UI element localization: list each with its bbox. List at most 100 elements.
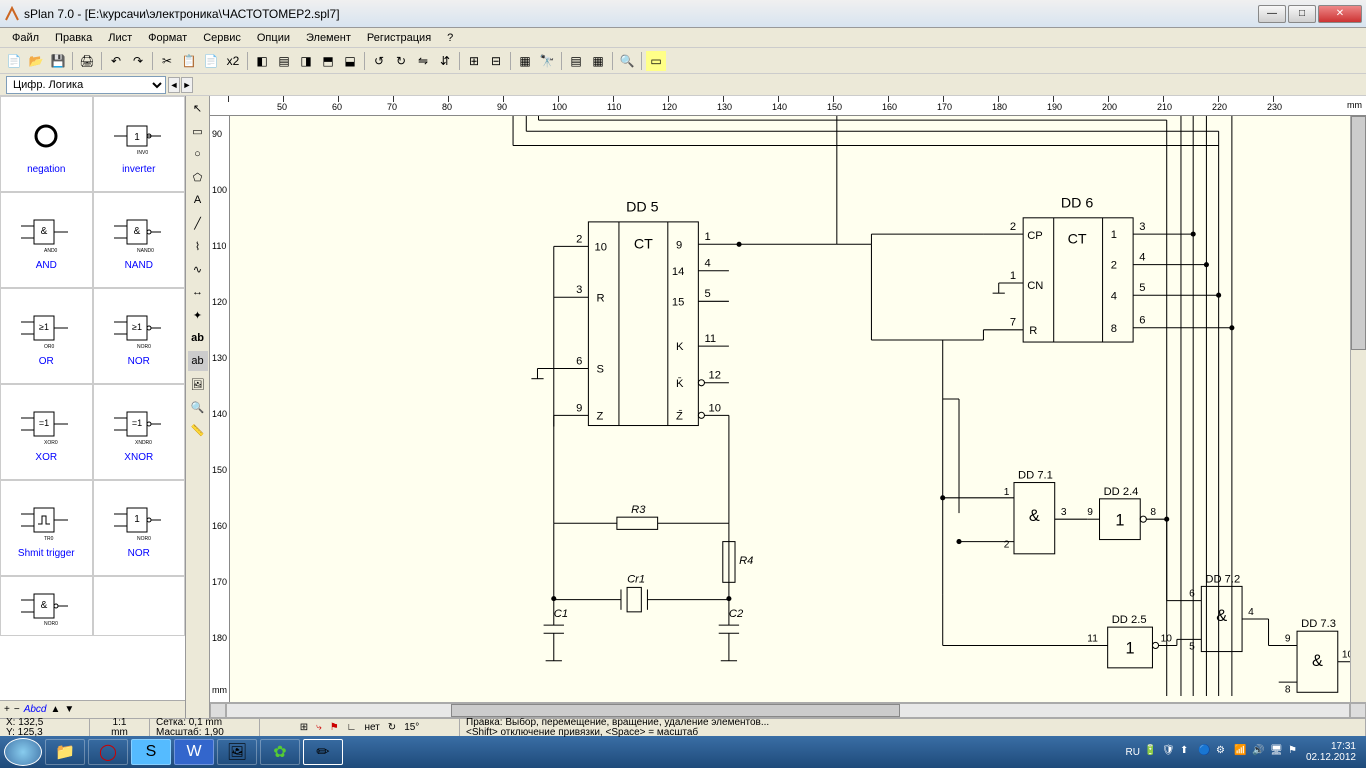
tool-a-button[interactable]: ▤ [566,51,586,71]
menu-options[interactable]: Опции [249,30,298,46]
lib-item-nand[interactable]: &NAND0 NAND [93,192,186,288]
tray-icon[interactable]: ⚙ [1216,745,1230,759]
lib-item-xnor[interactable]: =1XNDR0 XNOR [93,384,186,480]
highlight-button[interactable]: ▭ [646,51,666,71]
tray-icon[interactable]: 🔊 [1252,745,1266,759]
menu-sheet[interactable]: Лист [100,30,140,46]
label-tool[interactable]: ab [188,328,208,348]
curve-tool[interactable]: ∿ [188,259,208,279]
task-explorer[interactable]: 📁 [45,739,85,765]
lib-item-negation[interactable]: negation [0,96,93,192]
library-select[interactable]: Цифр. Логика [6,76,166,94]
task-photos[interactable]: 🖼 [217,739,257,765]
frame-button[interactable]: ▦ [515,51,535,71]
lib-add-button[interactable]: + [4,704,10,715]
lib-up-button[interactable]: ▲ [50,704,60,715]
menu-service[interactable]: Сервис [195,30,249,46]
group-button[interactable]: ⊞ [464,51,484,71]
copy-button[interactable]: 📋 [179,51,199,71]
align-bottom-button[interactable]: ⬓ [340,51,360,71]
lib-remove-button[interactable]: − [14,704,20,715]
lib-item-xor[interactable]: =1XOR0 XOR [0,384,93,480]
paste-button[interactable]: 📄 [201,51,221,71]
poly-tool[interactable]: ⬠ [188,167,208,187]
lib-abcd[interactable]: Abcd [24,704,47,715]
scrollbar-vertical[interactable] [1350,116,1366,702]
image-tool[interactable]: 🖼 [188,374,208,394]
arrow-tool[interactable]: ↔ [188,282,208,302]
tool-b-button[interactable]: ▦ [588,51,608,71]
cut-button[interactable]: ✂ [157,51,177,71]
lib-item-partial2[interactable] [93,576,186,636]
lib-item-shmit[interactable]: TR0 Shmit trigger [0,480,93,576]
maximize-button[interactable]: □ [1288,5,1316,23]
snap-icon[interactable]: ⤷ [316,723,322,733]
undo-button[interactable]: ↶ [106,51,126,71]
menu-registration[interactable]: Регистрация [359,30,439,46]
label2-tool[interactable]: ab [188,351,208,371]
close-button[interactable]: ✕ [1318,5,1362,23]
pointer-tool[interactable]: ↖ [188,98,208,118]
rotate-left-button[interactable]: ↺ [369,51,389,71]
lang-indicator[interactable]: RU [1125,747,1139,758]
tray-icon[interactable]: 🖥 [1270,745,1284,759]
lib-item-or[interactable]: ≥1OR0 OR [0,288,93,384]
grid-icon[interactable]: ⊞ [300,723,308,733]
redo-button[interactable]: ↷ [128,51,148,71]
menu-format[interactable]: Формат [140,30,195,46]
print-button[interactable]: 🖨 [77,51,97,71]
tray-icon[interactable]: 📶 [1234,745,1248,759]
lib-item-inverter[interactable]: 1INV0 inverter [93,96,186,192]
lib-down-button[interactable]: ▼ [64,704,74,715]
new-button[interactable]: 📄 [4,51,24,71]
align-center-button[interactable]: ▤ [274,51,294,71]
clock[interactable]: 17:3102.12.2012 [1306,741,1356,763]
tray-icon[interactable]: ⬆ [1180,745,1194,759]
lib-prev-button[interactable]: ◄ [168,77,180,93]
task-icq[interactable]: ✿ [260,739,300,765]
binoculars-icon[interactable]: 🔭 [537,51,557,71]
menu-file[interactable]: Файл [4,30,47,46]
tray-icon[interactable]: ⚑ [1288,745,1302,759]
line-tool[interactable]: ╱ [188,213,208,233]
minimize-button[interactable]: — [1258,5,1286,23]
task-splan[interactable]: ✏ [303,739,343,765]
task-word[interactable]: W [174,739,214,765]
measure-tool[interactable]: 📏 [188,420,208,440]
duplicate-button[interactable]: x2 [223,51,243,71]
circle-tool[interactable]: ○ [188,144,208,164]
task-skype[interactable]: S [131,739,171,765]
lib-item-partial[interactable]: &NOR0 [0,576,93,636]
drawing-canvas[interactable]: DD 5 CT 210 3R 6S 9Z 91 144 155 K11 K̄12… [230,116,1350,702]
lib-item-nor2[interactable]: 1NOR0 NOR [93,480,186,576]
flag-icon[interactable]: ⚑ [330,723,339,733]
lib-item-nor[interactable]: ≥1NOR0 NOR [93,288,186,384]
anchor-tool[interactable]: ✦ [188,305,208,325]
rect-tool[interactable]: ▭ [188,121,208,141]
menu-edit[interactable]: Правка [47,30,100,46]
rotate-icon[interactable]: ↻ [388,723,396,733]
zoom-button[interactable]: 🔍 [617,51,637,71]
tray-icon[interactable]: 🔋 [1144,745,1158,759]
open-button[interactable]: 📂 [26,51,46,71]
tray-icon[interactable]: 🔵 [1198,745,1212,759]
align-left-button[interactable]: ◧ [252,51,272,71]
menu-element[interactable]: Элемент [298,30,359,46]
flip-h-button[interactable]: ⇋ [413,51,433,71]
task-opera[interactable]: ◯ [88,739,128,765]
angle-tool[interactable]: ∟ [347,723,357,733]
align-top-button[interactable]: ⬒ [318,51,338,71]
align-right-button[interactable]: ◨ [296,51,316,71]
save-button[interactable]: 💾 [48,51,68,71]
polyline-tool[interactable]: ⌇ [188,236,208,256]
lib-item-and[interactable]: &AND0 AND [0,192,93,288]
start-button[interactable] [4,738,42,766]
zoom-tool[interactable]: 🔍 [188,397,208,417]
lib-next-button[interactable]: ► [181,77,193,93]
flip-v-button[interactable]: ⇵ [435,51,455,71]
text-tool[interactable]: A [188,190,208,210]
menu-help[interactable]: ? [439,30,461,46]
ungroup-button[interactable]: ⊟ [486,51,506,71]
rotate-right-button[interactable]: ↻ [391,51,411,71]
tray-icon[interactable]: 🛡 [1162,745,1176,759]
